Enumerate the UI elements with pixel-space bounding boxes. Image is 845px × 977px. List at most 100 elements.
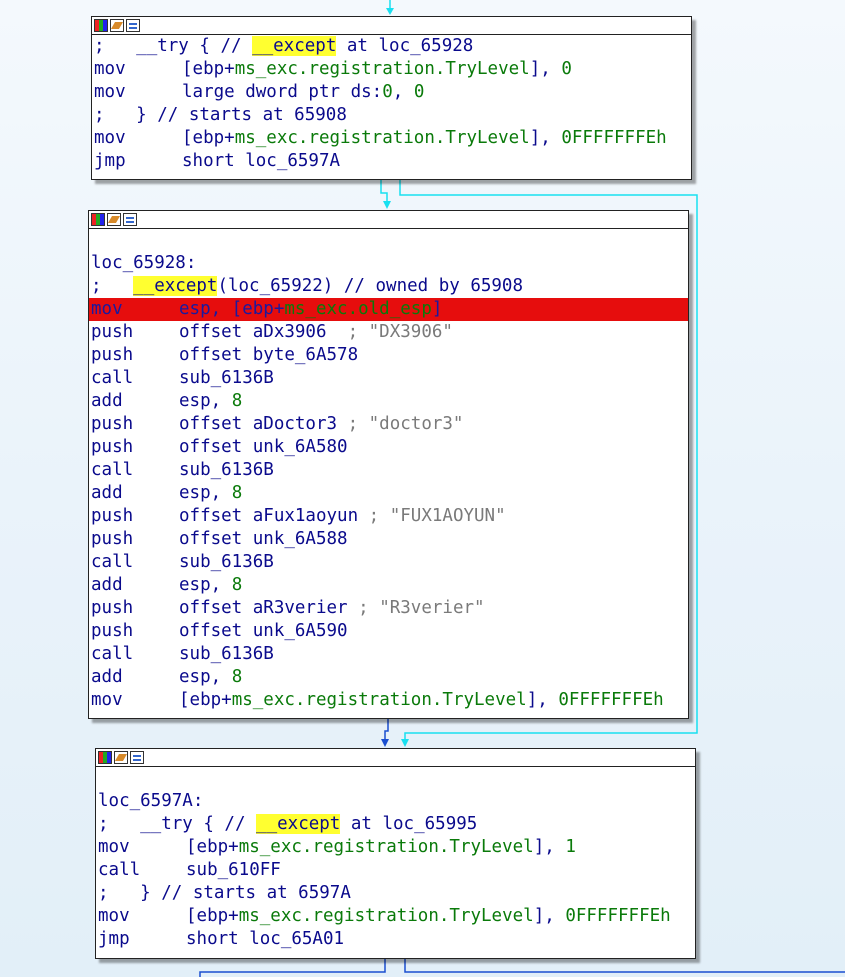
block-titlebar[interactable] (92, 17, 691, 35)
mnemonic: add (91, 483, 123, 503)
operand: ; } // starts at 6597A (98, 883, 351, 903)
operand: offset byte_6A578 (179, 345, 359, 365)
mnemonic: add (91, 667, 123, 687)
code-line[interactable]: mov [ebp+ms_exc.registration.TryLevel], 0… (91, 689, 688, 712)
code-line[interactable]: add esp, 8 (91, 482, 688, 505)
mnemonic: push (91, 598, 134, 618)
operand: offset aDoctor3 (179, 414, 348, 434)
palette-icon[interactable] (94, 19, 108, 32)
keyword-highlight: __except (133, 276, 218, 296)
mnemonic: jmp (94, 151, 126, 171)
code-line[interactable]: push offset aDoctor3 ; "doctor3" (91, 413, 688, 436)
mnemonic: mov (94, 59, 126, 79)
operand: ms_exc.registration.TryLevel (231, 690, 527, 710)
code-line[interactable]: ; __try { // __except at loc_65995 (98, 813, 695, 836)
code-line[interactable]: push offset aFux1aoyun ; "FUX1AOYUN" (91, 505, 688, 528)
operand: loc_6597A: (98, 791, 204, 811)
keyword-highlight: __except (256, 814, 341, 834)
code-line[interactable]: call sub_6136B (91, 551, 688, 574)
edit-icon[interactable] (107, 213, 121, 226)
mnemonic: add (91, 391, 123, 411)
code-block-2[interactable]: loc_65928:; __except(loc_65922) // owned… (88, 210, 689, 719)
blank-line[interactable] (98, 767, 695, 790)
operand: offset aR3verier (179, 598, 359, 618)
edit-icon[interactable] (114, 751, 128, 764)
mnemonic: push (91, 414, 134, 434)
code-line[interactable]: loc_6597A: (98, 790, 695, 813)
mnemonic: call (98, 860, 141, 880)
code-line[interactable]: ; __except(loc_65922) // owned by 65908 (91, 275, 688, 298)
mnemonic: call (91, 460, 134, 480)
operand: ms_exc.registration.TryLevel (238, 906, 534, 926)
code-line[interactable]: push offset aR3verier ; "R3verier" (91, 597, 688, 620)
operand: large dword ptr ds: (182, 82, 383, 102)
graph-icon[interactable] (126, 19, 140, 32)
code-line[interactable]: push offset unk_6A588 (91, 528, 688, 551)
keyword-highlight: __except (252, 36, 337, 56)
block-titlebar[interactable] (96, 749, 695, 767)
code-line[interactable]: loc_65928: (91, 252, 688, 275)
code-line[interactable]: push offset unk_6A580 (91, 436, 688, 459)
graph-icon[interactable] (130, 751, 144, 764)
code-line[interactable]: mov [ebp+ms_exc.registration.TryLevel], 0… (98, 905, 695, 928)
operand: offset unk_6A590 (179, 621, 348, 641)
code-line[interactable]: ; } // starts at 65908 (94, 104, 691, 127)
code-line[interactable]: jmp short loc_65A01 (98, 928, 695, 951)
operand: 8 (231, 575, 243, 595)
mnemonic: mov (91, 690, 123, 710)
edge-arrow-b2 (383, 201, 391, 209)
operand: [ebp+ (179, 690, 232, 710)
operand: [ebp+ (186, 837, 239, 857)
blank-line[interactable] (91, 229, 688, 252)
code-line[interactable]: mov [ebp+ms_exc.registration.TryLevel], 0… (94, 127, 691, 150)
code-line[interactable]: mov esp, [ebp+ms_exc.old_esp] (89, 298, 688, 321)
operand: 0FFFFFFFEh (561, 128, 667, 148)
mnemonic: mov (98, 906, 130, 926)
code-line[interactable]: jmp short loc_6597A (94, 150, 691, 173)
block-titlebar[interactable] (89, 211, 688, 229)
mnemonic: mov (98, 837, 130, 857)
code-line[interactable]: call sub_610FF (98, 859, 695, 882)
palette-icon[interactable] (91, 213, 105, 226)
operand: [ebp+ (182, 59, 235, 79)
operand: ms_exc.registration.TryLevel (234, 128, 530, 148)
code-line[interactable]: mov [ebp+ms_exc.registration.TryLevel], 1 (98, 836, 695, 859)
operand: ], (529, 128, 562, 148)
operand: esp, (179, 391, 232, 411)
code-line[interactable]: add esp, 8 (91, 390, 688, 413)
code-line[interactable]: mov large dword ptr ds:0, 0 (94, 81, 691, 104)
mnemonic: push (91, 322, 134, 342)
code-line[interactable]: call sub_6136B (91, 459, 688, 482)
code-line[interactable]: call sub_6136B (91, 643, 688, 666)
code-line[interactable]: call sub_6136B (91, 367, 688, 390)
graph-icon[interactable] (123, 213, 137, 226)
operand: sub_6136B (179, 368, 274, 388)
operand: 0FFFFFFFEh (558, 690, 664, 710)
operand: __try { // (104, 36, 253, 56)
code-line[interactable]: add esp, 8 (91, 574, 688, 597)
palette-icon[interactable] (98, 751, 112, 764)
code-line[interactable]: push offset unk_6A590 (91, 620, 688, 643)
code-block-3[interactable]: loc_6597A:; __try { // __except at loc_6… (95, 748, 696, 959)
operand: ; (91, 276, 134, 296)
code-line[interactable]: ; } // starts at 6597A (98, 882, 695, 905)
code-block-1[interactable]: ; __try { // __except at loc_65928 mov [eb… (91, 16, 692, 180)
edge-arrow-b3-cyan (401, 739, 409, 747)
code-line[interactable]: push offset byte_6A578 (91, 344, 688, 367)
code-line[interactable]: push offset aDx3906 ; "DX3906" (91, 321, 688, 344)
operand: (loc_65922) // owned by 65908 (217, 276, 523, 296)
code-line[interactable]: ; __try { // __except at loc_65928 (94, 35, 691, 58)
operand: ; } // starts at 65908 (94, 105, 347, 125)
operand: loc_65928: (91, 253, 197, 273)
code-line[interactable]: mov [ebp+ms_exc.registration.TryLevel], 0 (94, 58, 691, 81)
operand: ], (533, 837, 566, 857)
operand: 1 (565, 837, 576, 857)
operand: offset unk_6A588 (179, 529, 348, 549)
operand: esp, (179, 667, 232, 687)
code-line[interactable]: add esp, 8 (91, 666, 688, 689)
edit-icon[interactable] (110, 19, 124, 32)
mnemonic: push (91, 345, 134, 365)
operand: offset aFux1aoyun (179, 506, 369, 526)
edge-out-right (404, 959, 845, 973)
mnemonic: push (91, 437, 134, 457)
